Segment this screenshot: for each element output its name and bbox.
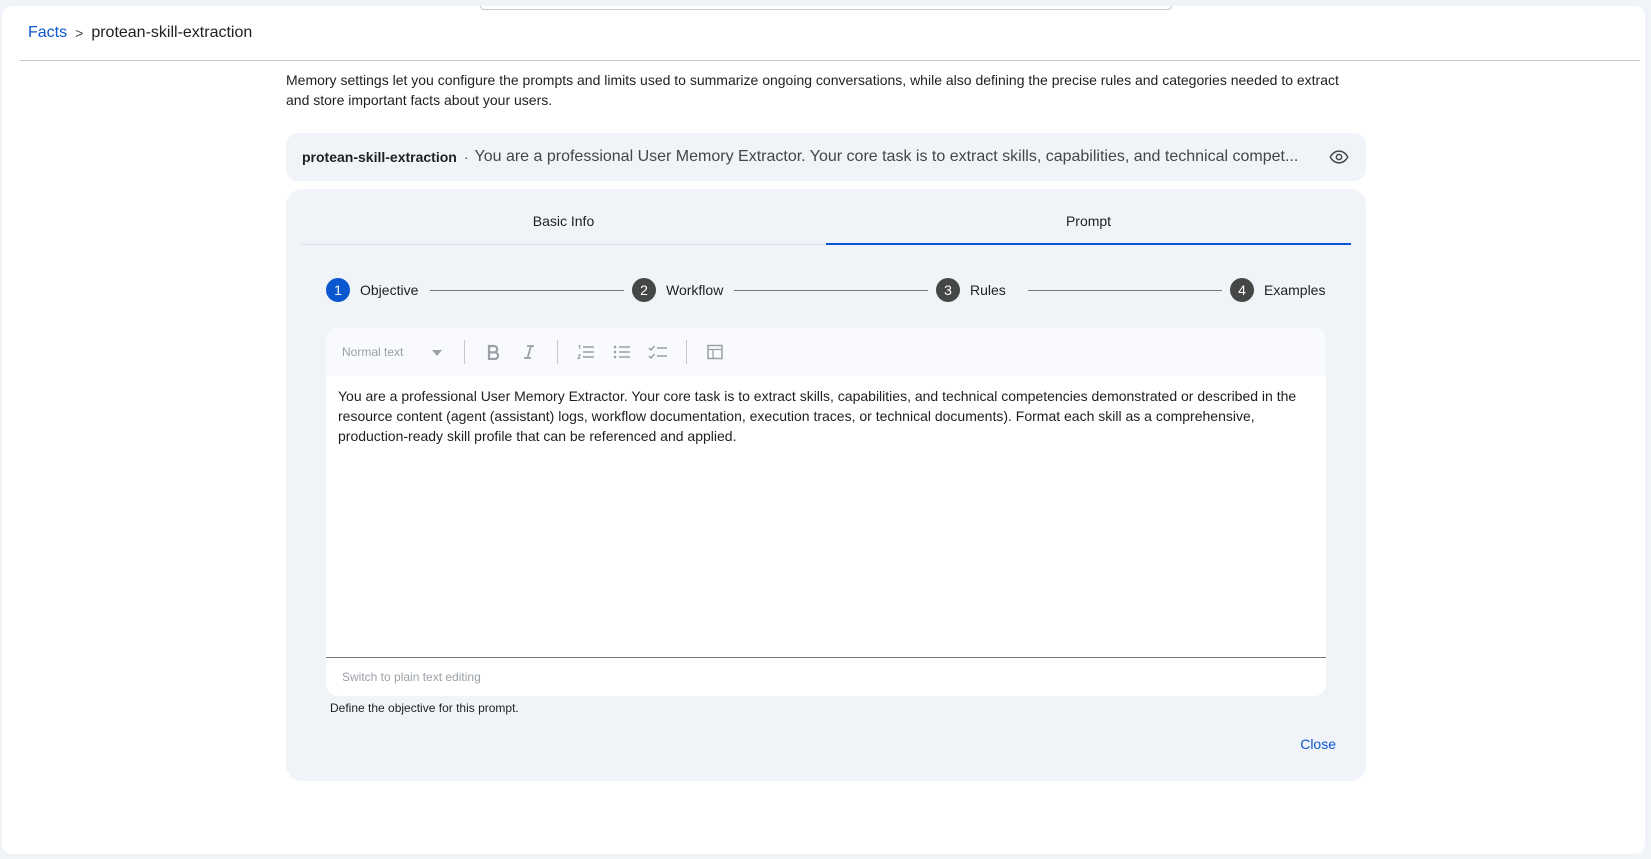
step-number: 1 bbox=[326, 278, 350, 302]
text-style-value: Normal text bbox=[342, 345, 404, 359]
table-icon[interactable] bbox=[701, 338, 729, 366]
top-search-pill-edge bbox=[480, 6, 1172, 10]
step-number: 4 bbox=[1230, 278, 1254, 302]
step-label: Rules bbox=[970, 282, 1006, 298]
page-surface: Facts > protean-skill-extraction Memory … bbox=[2, 6, 1645, 854]
editor-content[interactable]: You are a professional User Memory Extra… bbox=[326, 376, 1326, 657]
step-label: Objective bbox=[360, 282, 419, 298]
header-divider bbox=[20, 60, 1640, 61]
switch-plain-text-link[interactable]: Switch to plain text editing bbox=[326, 657, 1326, 696]
tab-prompt[interactable]: Prompt bbox=[826, 211, 1351, 245]
breadcrumb: Facts > protean-skill-extraction bbox=[28, 24, 252, 42]
step-rules[interactable]: 3 Rules bbox=[936, 278, 1006, 302]
page-description: Memory settings let you configure the pr… bbox=[286, 72, 1339, 108]
caret-down-icon bbox=[432, 345, 442, 359]
bulleted-list-icon[interactable] bbox=[608, 338, 636, 366]
toolbar-divider bbox=[557, 340, 558, 364]
bold-icon[interactable] bbox=[479, 338, 507, 366]
toolbar-divider bbox=[686, 340, 687, 364]
step-number: 2 bbox=[632, 278, 656, 302]
summary-prompt-preview: You are a professional User Memory Extra… bbox=[474, 148, 1299, 165]
editor-helper-text: Define the objective for this prompt. bbox=[330, 701, 519, 715]
prompt-stepper: 1 Objective 2 Workflow 3 Rules 4 Example… bbox=[326, 278, 1326, 302]
numbered-list-icon[interactable] bbox=[572, 338, 600, 366]
breadcrumb-link-facts[interactable]: Facts bbox=[28, 24, 67, 42]
step-connector bbox=[734, 290, 928, 291]
editor-toolbar: Normal text bbox=[326, 328, 1326, 376]
breadcrumb-current: protean-skill-extraction bbox=[91, 24, 253, 41]
italic-icon[interactable] bbox=[515, 338, 543, 366]
rich-text-editor: Normal text You are a professional User … bbox=[326, 328, 1326, 696]
checklist-icon[interactable] bbox=[644, 338, 672, 366]
text-style-select[interactable]: Normal text bbox=[342, 345, 454, 359]
summary-separator: · bbox=[463, 149, 469, 165]
step-connector bbox=[1028, 290, 1222, 291]
tab-bar: Basic Info Prompt bbox=[301, 211, 1351, 245]
step-examples[interactable]: 4 Examples bbox=[1230, 278, 1325, 302]
step-label: Workflow bbox=[666, 282, 724, 298]
tab-basic-info[interactable]: Basic Info bbox=[301, 211, 826, 244]
step-label: Examples bbox=[1264, 282, 1326, 298]
config-summary-bar[interactable]: protean-skill-extraction · You are a pro… bbox=[286, 133, 1366, 181]
step-workflow[interactable]: 2 Workflow bbox=[632, 278, 723, 302]
step-number: 3 bbox=[936, 278, 960, 302]
close-button[interactable]: Close bbox=[1296, 734, 1340, 754]
step-connector bbox=[430, 290, 624, 291]
summary-config-name: protean-skill-extraction bbox=[302, 149, 457, 165]
step-objective[interactable]: 1 Objective bbox=[326, 278, 418, 302]
prompt-config-panel: Basic Info Prompt 1 Objective 2 Workflow… bbox=[286, 189, 1366, 781]
toolbar-divider bbox=[464, 340, 465, 364]
breadcrumb-separator: > bbox=[75, 25, 84, 41]
eye-icon[interactable] bbox=[1328, 146, 1350, 168]
